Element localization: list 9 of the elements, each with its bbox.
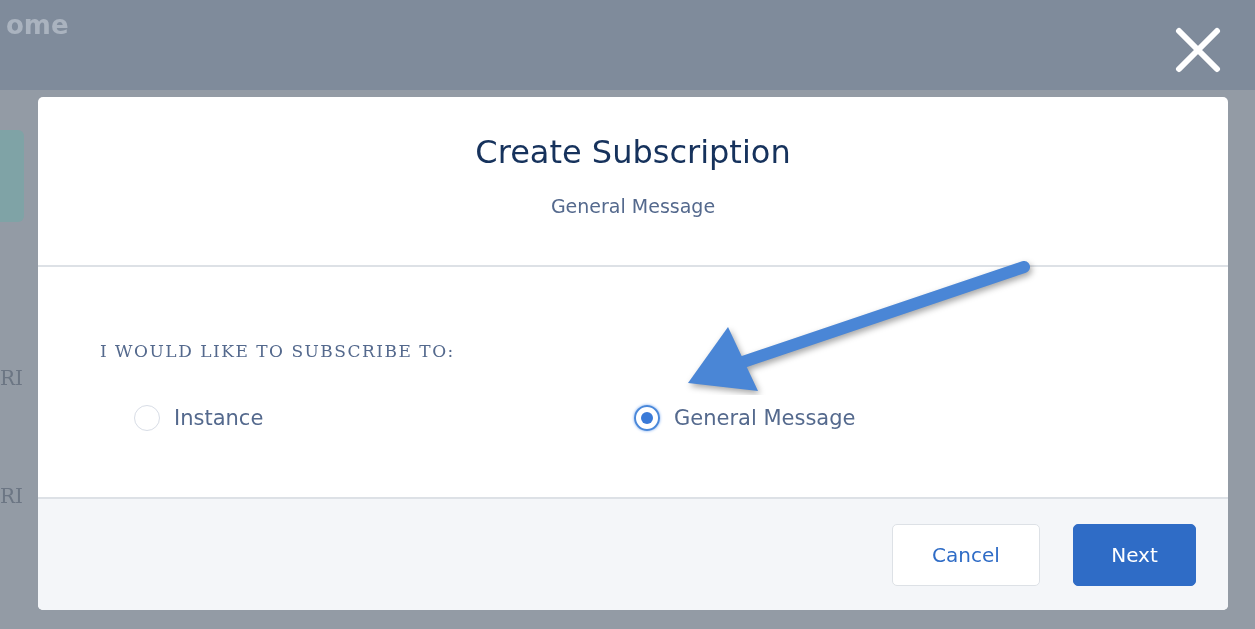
subscribe-prompt: I WOULD LIKE TO SUBSCRIBE TO: <box>100 341 456 361</box>
close-icon[interactable] <box>1175 27 1221 73</box>
radio-button[interactable] <box>634 405 660 431</box>
modal-title: Create Subscription <box>475 133 791 171</box>
next-button[interactable]: Next <box>1073 523 1196 586</box>
radio-option[interactable]: General Message <box>634 405 1134 431</box>
radio-option[interactable]: Instance <box>134 405 634 431</box>
cancel-button[interactable]: Cancel <box>892 523 1040 586</box>
modal-subtitle: General Message <box>550 195 716 217</box>
